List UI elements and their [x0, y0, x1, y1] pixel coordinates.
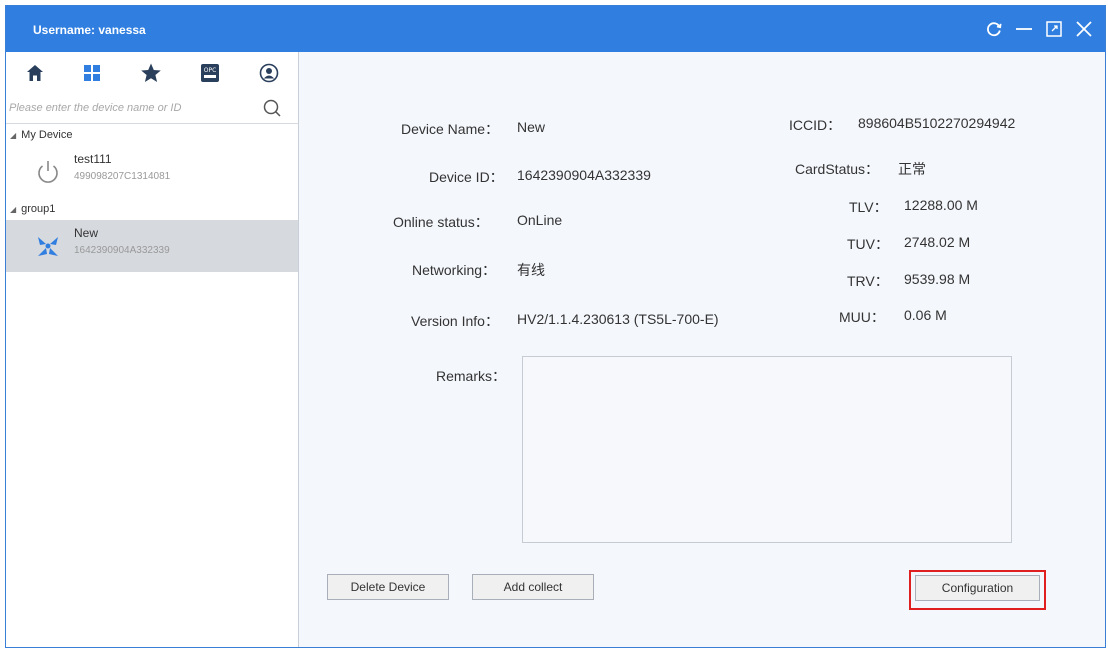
device-tree: ◢ My Device test111 499098207C1314081 ◢ … — [6, 124, 298, 272]
iccid-value: 898604B5102270294942 — [858, 115, 1016, 131]
group-header[interactable]: ◢ group1 — [6, 198, 298, 220]
card-status-label: CardStatus： — [795, 161, 880, 177]
device-id-value: 1642390904A332339 — [517, 167, 651, 183]
search-icon[interactable] — [262, 98, 282, 118]
device-id-label: Device ID： — [429, 169, 504, 185]
opc-icon[interactable]: OPC — [197, 60, 223, 86]
sidebar: OPC ◢ My Device test111 499098207C13 — [6, 52, 299, 647]
window-controls — [979, 15, 1099, 43]
maximize-icon[interactable] — [1039, 15, 1069, 43]
app-window: Username: vanessa OPC Please enter the d… — [5, 5, 1106, 648]
tuv-label: TUV： — [847, 236, 889, 252]
username-label: Username: vanessa — [33, 23, 146, 37]
delete-device-button[interactable]: Delete Device — [327, 574, 449, 600]
trv-label: TRV： — [847, 273, 889, 289]
add-collect-button[interactable]: Add collect — [472, 574, 594, 600]
version-info-value: HV2/1.1.4.230613 (TS5L-700-E) — [517, 311, 719, 327]
version-info-label: Version Info： — [411, 313, 499, 329]
refresh-icon[interactable] — [979, 15, 1009, 43]
star-icon[interactable] — [138, 60, 164, 86]
networking-value: 有线 — [517, 262, 545, 278]
collapse-triangle-icon[interactable]: ◢ — [10, 131, 16, 140]
device-item-test111[interactable]: test111 499098207C1314081 — [6, 146, 298, 198]
tlv-value: 12288.00 M — [904, 197, 978, 213]
power-icon — [34, 158, 62, 186]
remarks-label: Remarks： — [436, 368, 507, 384]
card-status-value: 正常 — [898, 161, 926, 177]
group-header[interactable]: ◢ My Device — [6, 124, 298, 146]
device-name-label: Device Name： — [401, 121, 500, 137]
configuration-button[interactable]: Configuration — [915, 575, 1040, 601]
sidebar-toolbar: OPC — [6, 52, 298, 94]
muu-label: MUU： — [839, 309, 885, 325]
iccid-label: ICCID： — [789, 117, 842, 133]
tlv-label: TLV： — [849, 199, 888, 215]
networking-label: Networking： — [412, 262, 497, 278]
close-icon[interactable] — [1069, 15, 1099, 43]
device-item-new[interactable]: New 1642390904A332339 — [6, 220, 298, 272]
svg-text:OPC: OPC — [204, 67, 217, 74]
device-name: New — [74, 226, 99, 240]
trv-value: 9539.98 M — [904, 271, 971, 287]
muu-value: 0.06 M — [904, 307, 947, 323]
online-status-value: OnLine — [517, 212, 563, 228]
search-input[interactable] — [6, 96, 254, 120]
device-x-icon — [34, 232, 62, 260]
tuv-value: 2748.02 M — [904, 234, 971, 250]
search-row — [6, 94, 298, 124]
title-bar: Username: vanessa — [6, 6, 1105, 52]
remarks-textarea[interactable] — [522, 356, 1012, 543]
grid-icon[interactable] — [79, 60, 105, 86]
device-name-value: New — [517, 119, 546, 135]
home-icon[interactable] — [22, 60, 48, 86]
device-name: test111 — [74, 152, 112, 166]
online-status-label: Online status： — [393, 214, 489, 230]
user-circle-icon[interactable] — [256, 60, 282, 86]
group-label: My Device — [21, 129, 73, 141]
device-details-panel: Device Name： New Device ID： 1642390904A3… — [300, 52, 1105, 647]
device-id: 499098207C1314081 — [74, 171, 171, 182]
device-id: 1642390904A332339 — [74, 245, 170, 256]
collapse-triangle-icon[interactable]: ◢ — [10, 205, 16, 214]
group-label: group1 — [21, 203, 56, 215]
minimize-icon[interactable] — [1009, 15, 1039, 43]
